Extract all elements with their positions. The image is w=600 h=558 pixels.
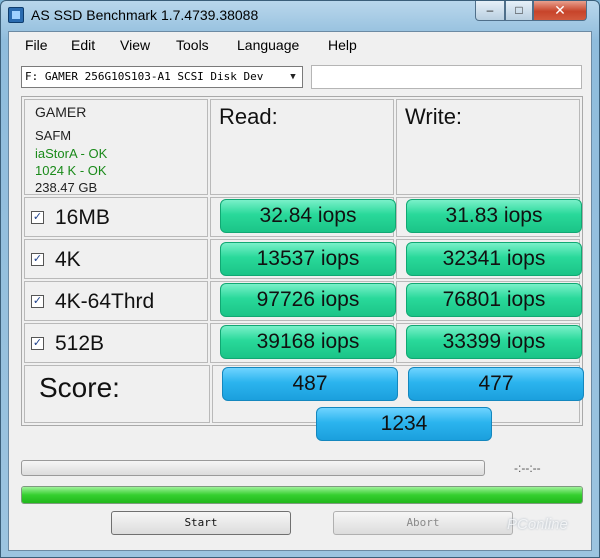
alignment-status: 1024 K - OK [35,163,107,178]
write-value-4k-64thrd: 76801 iops [406,283,582,317]
checkbox-4k-64thrd[interactable]: ✓ [31,295,44,308]
read-value-512b: 39168 iops [220,325,396,359]
title-bar[interactable]: AS SSD Benchmark 1.7.4739.38088 – □ ✕ [1,1,599,31]
drive-info-panel: GAMER SAFM iaStorA - OK 1024 K - OK 238.… [24,99,208,195]
elapsed-time: -:--:-- [514,461,541,475]
start-button[interactable]: Start [111,511,291,535]
test-row-4k: ✓ 4K [24,239,208,279]
abort-button[interactable]: Abort [333,511,513,535]
write-header-cell: Write: [396,99,580,195]
menu-tools[interactable]: Tools [176,37,209,53]
menu-help[interactable]: Help [328,37,357,53]
read-value-4k: 13537 iops [220,242,396,276]
menu-view[interactable]: View [120,37,150,53]
score-read: 487 [222,367,398,401]
minimize-button[interactable]: – [475,1,505,21]
menu-language[interactable]: Language [237,37,299,53]
driver-status: iaStorA - OK [35,146,108,161]
results-grid: GAMER SAFM iaStorA - OK 1024 K - OK 238.… [21,96,584,441]
app-icon [8,7,24,23]
read-header-cell: Read: [210,99,394,195]
write-value-4k: 32341 iops [406,242,582,276]
drive-info-field [311,65,582,89]
test-row-512b: ✓ 512B [24,323,208,363]
test-label-4k: 4K [55,248,81,271]
menu-edit[interactable]: Edit [71,37,95,53]
drive-model: SAFM [35,128,72,143]
checkbox-16mb[interactable]: ✓ [31,211,44,224]
checkbox-512b[interactable]: ✓ [31,337,44,350]
score-label-cell: Score: [24,365,210,423]
chevron-down-icon[interactable]: ▼ [286,69,300,85]
score-total: 1234 [316,407,492,441]
checkbox-4k[interactable]: ✓ [31,253,44,266]
drive-select-value: F: GAMER 256G10S103-A1 SCSI Disk Dev [25,70,264,83]
app-window: AS SSD Benchmark 1.7.4739.38088 – □ ✕ Fi… [0,0,600,558]
test-row-4k-64thrd: ✓ 4K-64Thrd [24,281,208,321]
watermark-logo: PConline [507,516,568,533]
read-value-4k-64thrd: 97726 iops [220,283,396,317]
drive-size: 238.47 GB [35,180,98,195]
write-header: Write: [405,104,463,129]
score-label: Score: [39,372,120,403]
test-row-16mb: ✓ 16MB [24,197,208,237]
read-value-16mb: 32.84 iops [220,199,396,233]
write-value-512b: 33399 iops [406,325,582,359]
read-header: Read: [219,104,278,129]
test-label-4k-64thrd: 4K-64Thrd [55,290,155,313]
menu-bar: File Edit View Tools Language Help [9,32,591,56]
test-label-16mb: 16MB [55,206,110,229]
overall-progress-bar [21,486,583,504]
test-progress-bar [21,460,485,476]
score-write: 477 [408,367,584,401]
close-button[interactable]: ✕ [533,1,587,21]
overall-progress-fill [22,487,582,503]
window-title: AS SSD Benchmark 1.7.4739.38088 [31,7,259,23]
menu-file[interactable]: File [25,37,48,53]
test-label-512b: 512B [55,332,105,355]
drive-name: GAMER [35,104,87,120]
write-value-16mb: 31.83 iops [406,199,582,233]
client-area: File Edit View Tools Language Help F: GA… [8,31,592,551]
drive-select[interactable]: F: GAMER 256G10S103-A1 SCSI Disk Dev ▼ [21,66,303,88]
maximize-button[interactable]: □ [505,1,533,21]
